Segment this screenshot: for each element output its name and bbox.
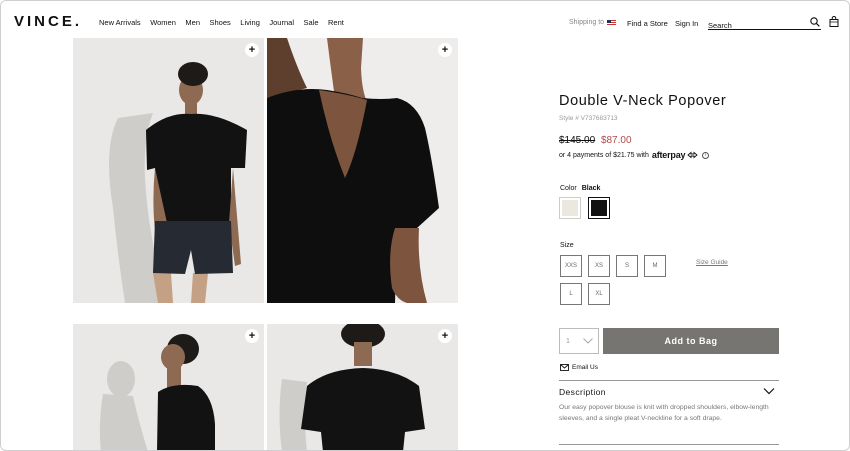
price: $145.00 $87.00 [559,135,632,146]
zoom-plus-icon[interactable]: + [245,329,259,343]
email-us-link[interactable]: Email Us [560,364,598,371]
us-flag-icon [607,19,617,26]
quantity-select[interactable]: 1 [559,328,599,354]
zoom-plus-icon[interactable]: + [438,329,452,343]
size-guide-link[interactable]: Size Guide [696,259,728,266]
product-image-closeup [267,38,458,303]
product-image-back [267,324,458,450]
add-to-bag-button[interactable]: Add to Bag [603,328,779,354]
nav-item-women[interactable]: Women [150,18,176,27]
installments-text: or 4 payments of $21.75 with [559,151,649,159]
product-photo-front[interactable]: + [73,38,264,303]
search-input[interactable] [708,18,804,33]
swatch-black[interactable] [588,197,610,219]
search-box [708,15,821,33]
info-icon[interactable]: i [702,151,710,159]
product-image-front [73,38,264,303]
nav-item-sale[interactable]: Sale [304,18,319,27]
nav-item-shoes[interactable]: Shoes [210,18,231,27]
product-photo-side[interactable]: + [73,324,264,450]
original-price: $145.00 [559,135,596,146]
sale-price: $87.00 [600,135,632,146]
afterpay-message: or 4 payments of $21.75 with afterpay i [559,150,710,160]
sign-in-link[interactable]: Sign In [675,19,698,28]
afterpay-arrows-icon [687,151,699,159]
envelope-icon [560,364,569,371]
color-selected: Black [581,185,601,192]
divider [559,380,779,381]
zoom-plus-icon[interactable]: + [245,43,259,57]
size-label: Size [560,242,574,249]
description-body: Our easy popover blouse is knit with dro… [559,404,769,422]
product-image-side [73,324,264,450]
swatch-black-fill [591,200,607,216]
size-option-xs[interactable]: XS [588,255,610,277]
zoom-plus-icon[interactable]: + [438,43,452,57]
product-photo-closeup[interactable]: + [267,38,458,303]
shipping-selector[interactable]: Shipping to [569,19,617,26]
quantity-value: 1 [566,338,570,345]
page-frame: VINCE. New Arrivals Women Men Shoes Livi… [0,0,850,451]
size-option-xl[interactable]: XL [588,283,610,305]
site-header: VINCE. New Arrivals Women Men Shoes Livi… [1,1,849,39]
color-label-row: Color Black [560,185,600,192]
size-option-m[interactable]: M [644,255,666,277]
style-number: Style # V737683713 [559,115,618,122]
nav-item-new-arrivals[interactable]: New Arrivals [99,18,141,27]
swatch-ivory-fill [562,200,578,216]
nav-item-rent[interactable]: Rent [328,18,344,27]
product-photo-back[interactable]: + [267,324,458,450]
shopping-bag-icon[interactable] [829,16,839,27]
divider [559,444,779,445]
afterpay-logo: afterpay [651,150,686,160]
swatch-ivory[interactable] [559,197,581,219]
description-title[interactable]: Description [559,387,606,397]
chevron-down-icon[interactable] [763,387,775,395]
email-us-label: Email Us [572,364,599,371]
nav-item-living[interactable]: Living [240,18,260,27]
color-label: Color [560,185,577,192]
search-icon[interactable] [810,17,820,27]
size-option-s[interactable]: S [616,255,638,277]
chevron-down-icon [583,338,593,344]
main-nav: New Arrivals Women Men Shoes Living Jour… [99,18,353,27]
size-option-xxs[interactable]: XXS [560,255,582,277]
product-title: Double V-Neck Popover [559,93,727,109]
find-store-link[interactable]: Find a Store [627,19,668,28]
size-option-l[interactable]: L [560,283,582,305]
shipping-label: Shipping to [569,19,605,26]
nav-item-men[interactable]: Men [185,18,200,27]
vince-logo[interactable]: VINCE. [14,13,82,30]
nav-item-journal[interactable]: Journal [269,18,294,27]
